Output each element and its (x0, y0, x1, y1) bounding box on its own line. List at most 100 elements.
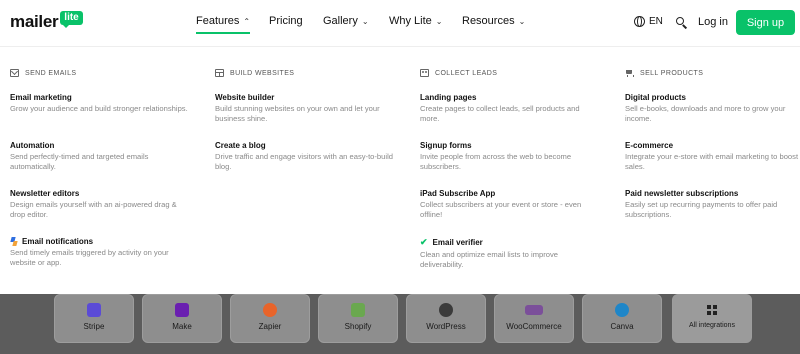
column-heading: COLLECT LEADS (420, 69, 497, 77)
integration-card-shopify[interactable]: Shopify (318, 294, 398, 343)
menu-item-ipad-subscribe-app[interactable]: iPad Subscribe App Collect subscribers a… (420, 189, 600, 220)
menu-item-title: Create a blog (215, 141, 266, 150)
login-link[interactable]: Log in (698, 16, 728, 28)
integration-card-canva[interactable]: Canva (582, 294, 662, 343)
nav-gallery-label: Gallery (323, 15, 358, 27)
nav-features-label: Features (196, 15, 240, 27)
menu-item-desc: Create pages to collect leads, sell prod… (420, 104, 580, 123)
menu-item-automation[interactable]: Automation Send perfectly-timed and targ… (10, 141, 190, 172)
menu-item-desc: Grow your audience and build stronger re… (10, 104, 188, 113)
globe-icon (634, 16, 645, 27)
menu-item-desc: Integrate your e-store with email market… (625, 152, 799, 171)
integration-card-stripe[interactable]: Stripe (54, 294, 134, 343)
menu-item-landing-pages[interactable]: Landing pages Create pages to collect le… (420, 93, 600, 124)
menu-item-desc: Send timely emails triggered by activity… (10, 248, 169, 267)
menu-item-desc: Build stunning websites on your own and … (215, 104, 380, 123)
features-dropdown: SEND EMAILS Email marketing Grow your au… (0, 46, 800, 294)
signup-button[interactable]: Sign up (736, 10, 795, 35)
integration-card-make[interactable]: Make (142, 294, 222, 343)
canva-icon (615, 303, 629, 317)
menu-item-desc: Sell e-books, downloads and more to grow… (625, 104, 786, 123)
column-heading-label: COLLECT LEADS (435, 69, 498, 77)
menu-item-newsletter-editors[interactable]: Newsletter editors Design emails yoursel… (10, 189, 190, 220)
integration-card-wordpress[interactable]: WordPress (406, 294, 486, 343)
integration-label: WooCommerce (506, 322, 562, 331)
menu-item-email-notifications[interactable]: Email notifications Send timely emails t… (10, 237, 190, 268)
column-heading: SELL PRODUCTS (625, 69, 703, 77)
column-heading-label: BUILD WEBSITES (230, 69, 295, 77)
integration-label: Make (172, 322, 192, 331)
nav-resources-label: Resources (462, 15, 515, 27)
website-icon (215, 69, 224, 77)
column-heading: SEND EMAILS (10, 69, 76, 77)
woocommerce-icon (525, 305, 543, 315)
integration-card-zapier[interactable]: Zapier (230, 294, 310, 343)
nav-resources[interactable]: Resources ⌄ (462, 15, 525, 27)
menu-item-email-marketing[interactable]: Email marketing Grow your audience and b… (10, 93, 190, 114)
menu-item-title: Email verifier (432, 238, 483, 247)
chevron-down-icon: ⌄ (435, 16, 443, 26)
menu-item-title: Email marketing (10, 93, 72, 102)
menu-item-title: Digital products (625, 93, 686, 102)
bolt-icon (10, 237, 18, 246)
column-heading: BUILD WEBSITES (215, 69, 294, 77)
cart-icon (625, 69, 634, 77)
menu-item-title: Paid newsletter subscriptions (625, 189, 739, 198)
chevron-down-icon: ⌄ (361, 16, 369, 26)
stripe-icon (87, 303, 101, 317)
language-label: EN (649, 16, 663, 27)
column-heading-label: SELL PRODUCTS (640, 69, 704, 77)
column-heading-label: SEND EMAILS (25, 69, 77, 77)
integration-card-all[interactable]: All integrations (672, 294, 752, 343)
mail-icon (10, 69, 19, 77)
check-icon: ✔ (420, 237, 428, 247)
menu-item-title: Email notifications (22, 237, 94, 246)
nav-pricing[interactable]: Pricing (269, 15, 303, 27)
integration-label: Zapier (258, 322, 282, 331)
menu-item-paid-newsletter-subscriptions[interactable]: Paid newsletter subscriptions Easily set… (625, 189, 800, 220)
integration-card-woocommerce[interactable]: WooCommerce (494, 294, 574, 343)
shopify-icon (351, 303, 365, 317)
grid-icon (707, 305, 717, 315)
integration-label: WordPress (426, 322, 466, 331)
leads-icon (420, 69, 429, 77)
integration-label: Canva (610, 322, 634, 331)
chevron-down-icon: ⌄ (518, 16, 526, 26)
search-icon[interactable] (676, 17, 688, 29)
zapier-icon (263, 303, 277, 317)
menu-item-e-commerce[interactable]: E-commerce Integrate your e-store with e… (625, 141, 800, 172)
menu-item-title: E-commerce (625, 141, 674, 150)
menu-item-digital-products[interactable]: Digital products Sell e-books, downloads… (625, 93, 800, 124)
menu-item-title: Signup forms (420, 141, 472, 150)
nav-gallery[interactable]: Gallery ⌄ (323, 15, 369, 27)
wordpress-icon (439, 303, 453, 317)
menu-item-website-builder[interactable]: Website builder Build stunning websites … (215, 93, 395, 124)
integration-label: Shopify (344, 322, 372, 331)
menu-item-title-row: ✔ Email verifier (420, 237, 600, 248)
menu-item-desc: Collect subscribers at your event or sto… (420, 200, 582, 219)
chevron-up-icon: ⌃ (243, 16, 251, 26)
integration-label: All integrations (689, 322, 735, 329)
menu-item-title: iPad Subscribe App (420, 189, 496, 198)
nav-why-lite[interactable]: Why Lite ⌄ (389, 15, 443, 27)
menu-item-create-a-blog[interactable]: Create a blog Drive traffic and engage v… (215, 141, 395, 172)
menu-item-desc: Drive traffic and engage visitors with a… (215, 152, 393, 171)
menu-item-title-row: Email notifications (10, 237, 190, 246)
menu-item-title: Landing pages (420, 93, 477, 102)
language-selector[interactable]: EN (634, 16, 663, 27)
menu-item-email-verifier[interactable]: ✔ Email verifier Clean and optimize emai… (420, 237, 600, 270)
menu-item-signup-forms[interactable]: Signup forms Invite people from across t… (420, 141, 600, 172)
nav-features[interactable]: Features ⌃ (196, 15, 251, 34)
menu-item-desc: Invite people from across the web to bec… (420, 152, 572, 171)
menu-item-title: Newsletter editors (10, 189, 80, 198)
make-icon (175, 303, 189, 317)
nav-pricing-label: Pricing (269, 15, 303, 27)
nav-why-lite-label: Why Lite (389, 15, 432, 27)
integration-label: Stripe (83, 322, 105, 331)
menu-item-desc: Easily set up recurring payments to offe… (625, 200, 778, 219)
menu-item-title: Automation (10, 141, 55, 150)
menu-item-desc: Design emails yourself with an ai-powere… (10, 200, 177, 219)
menu-item-title: Website builder (215, 93, 275, 102)
site-header: mailer lite Features ⌃ Pricing Gallery ⌄… (0, 0, 800, 46)
menu-item-desc: Send perfectly-timed and targeted emails… (10, 152, 149, 171)
